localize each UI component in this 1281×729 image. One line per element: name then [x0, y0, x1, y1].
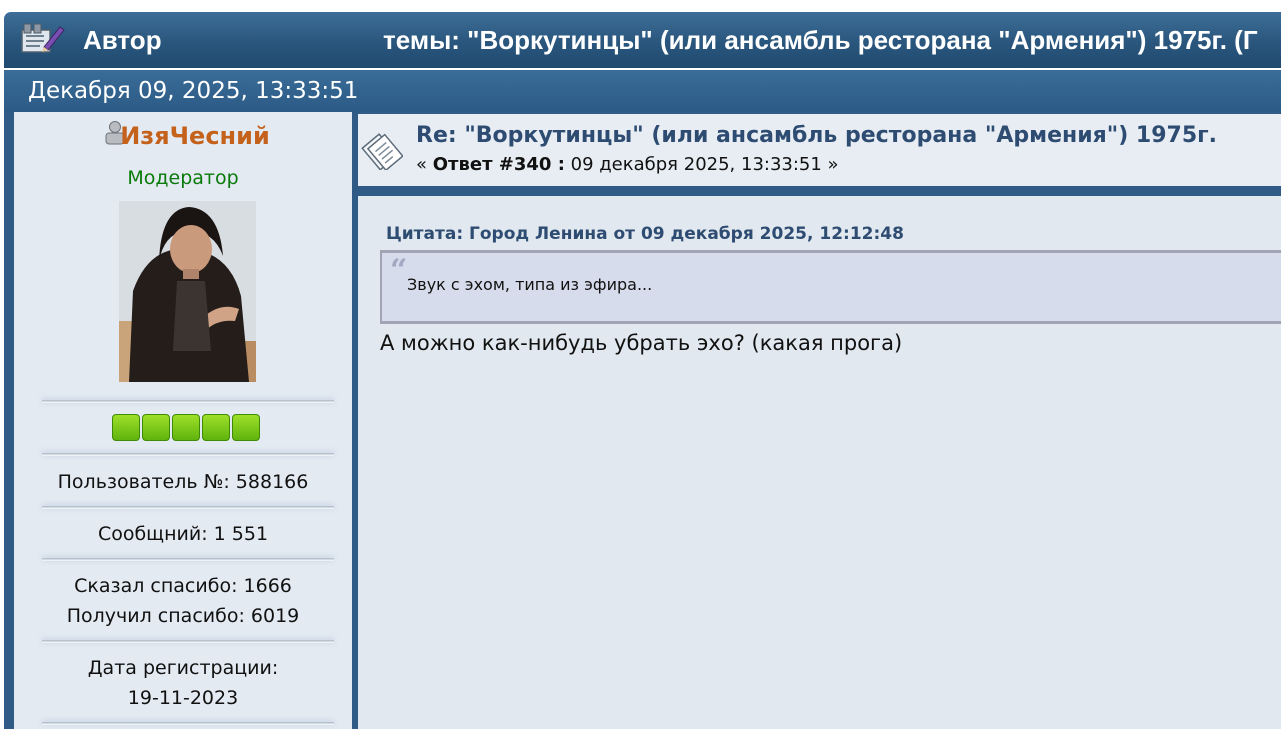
thanks-received: Получил спасибо: 6019 — [66, 605, 300, 627]
post-date-bar: Декабря 09, 2025, 13:33:51 — [4, 70, 1281, 112]
user-number: Пользователь №: 588166 — [57, 471, 309, 493]
registration-date: 19-11-2023 — [127, 687, 239, 709]
topic-edit-icon — [21, 23, 65, 53]
rank-stars — [112, 414, 264, 443]
topic-header-bar: Автор темы: "Воркутинцы" (или ансамбль р… — [4, 12, 1281, 68]
username-link[interactable]: ИзяЧесний — [14, 122, 352, 150]
quote-header-link[interactable]: Цитата: Город Ленина от 09 декабря 2025,… — [386, 224, 904, 244]
user-role: Модератор — [127, 167, 239, 189]
profile-divider — [42, 722, 334, 725]
author-column-label: Автор — [83, 25, 162, 55]
quote-text: Звук с эхом, типа из эфира... — [407, 275, 653, 294]
profile-divider — [42, 453, 334, 456]
avatar[interactable] — [119, 201, 256, 382]
post-date: Декабря 09, 2025, 13:33:51 — [28, 78, 359, 104]
profile-divider — [42, 640, 334, 643]
quote-block: “ Звук с эхом, типа из эфира... — [380, 250, 1281, 324]
reply-number-link[interactable]: Ответ #340 : — [433, 154, 565, 175]
post-title-link[interactable]: Re: "Воркутинцы" (или ансамбль ресторана… — [416, 123, 1217, 148]
post-timestamp: 09 декабря 2025, 13:33:51 » — [564, 154, 839, 175]
message-count: Сообщний: 1 551 — [97, 523, 269, 545]
rank-star-icon — [232, 414, 260, 441]
topic-title: темы: "Воркутинцы" (или ансамбль рестора… — [383, 25, 1258, 55]
post-body: Цитата: Город Ленина от 09 декабря 2025,… — [358, 196, 1281, 729]
rank-star-icon — [202, 414, 230, 441]
rank-star-icon — [112, 414, 140, 441]
author-profile: ИзяЧесний Модератор Пользователь №: 5881… — [14, 112, 352, 729]
post-meta: « Ответ #340 : 09 декабря 2025, 13:33:51… — [416, 154, 839, 175]
post-header: Re: "Воркутинцы" (или ансамбль ресторана… — [358, 114, 1281, 186]
post-icon — [361, 133, 403, 170]
profile-divider — [42, 400, 334, 403]
post-message: А можно как-нибудь убрать эхо? (какая пр… — [380, 331, 903, 355]
rank-star-icon — [142, 414, 170, 441]
registration-label: Дата регистрации: — [87, 657, 279, 679]
rank-star-icon — [172, 414, 200, 441]
quote-mark-icon: “ — [390, 253, 408, 288]
profile-divider — [42, 558, 334, 561]
thanks-given: Сказал спасибо: 1666 — [74, 575, 292, 597]
profile-divider — [42, 506, 334, 509]
meta-open: « — [416, 154, 433, 175]
